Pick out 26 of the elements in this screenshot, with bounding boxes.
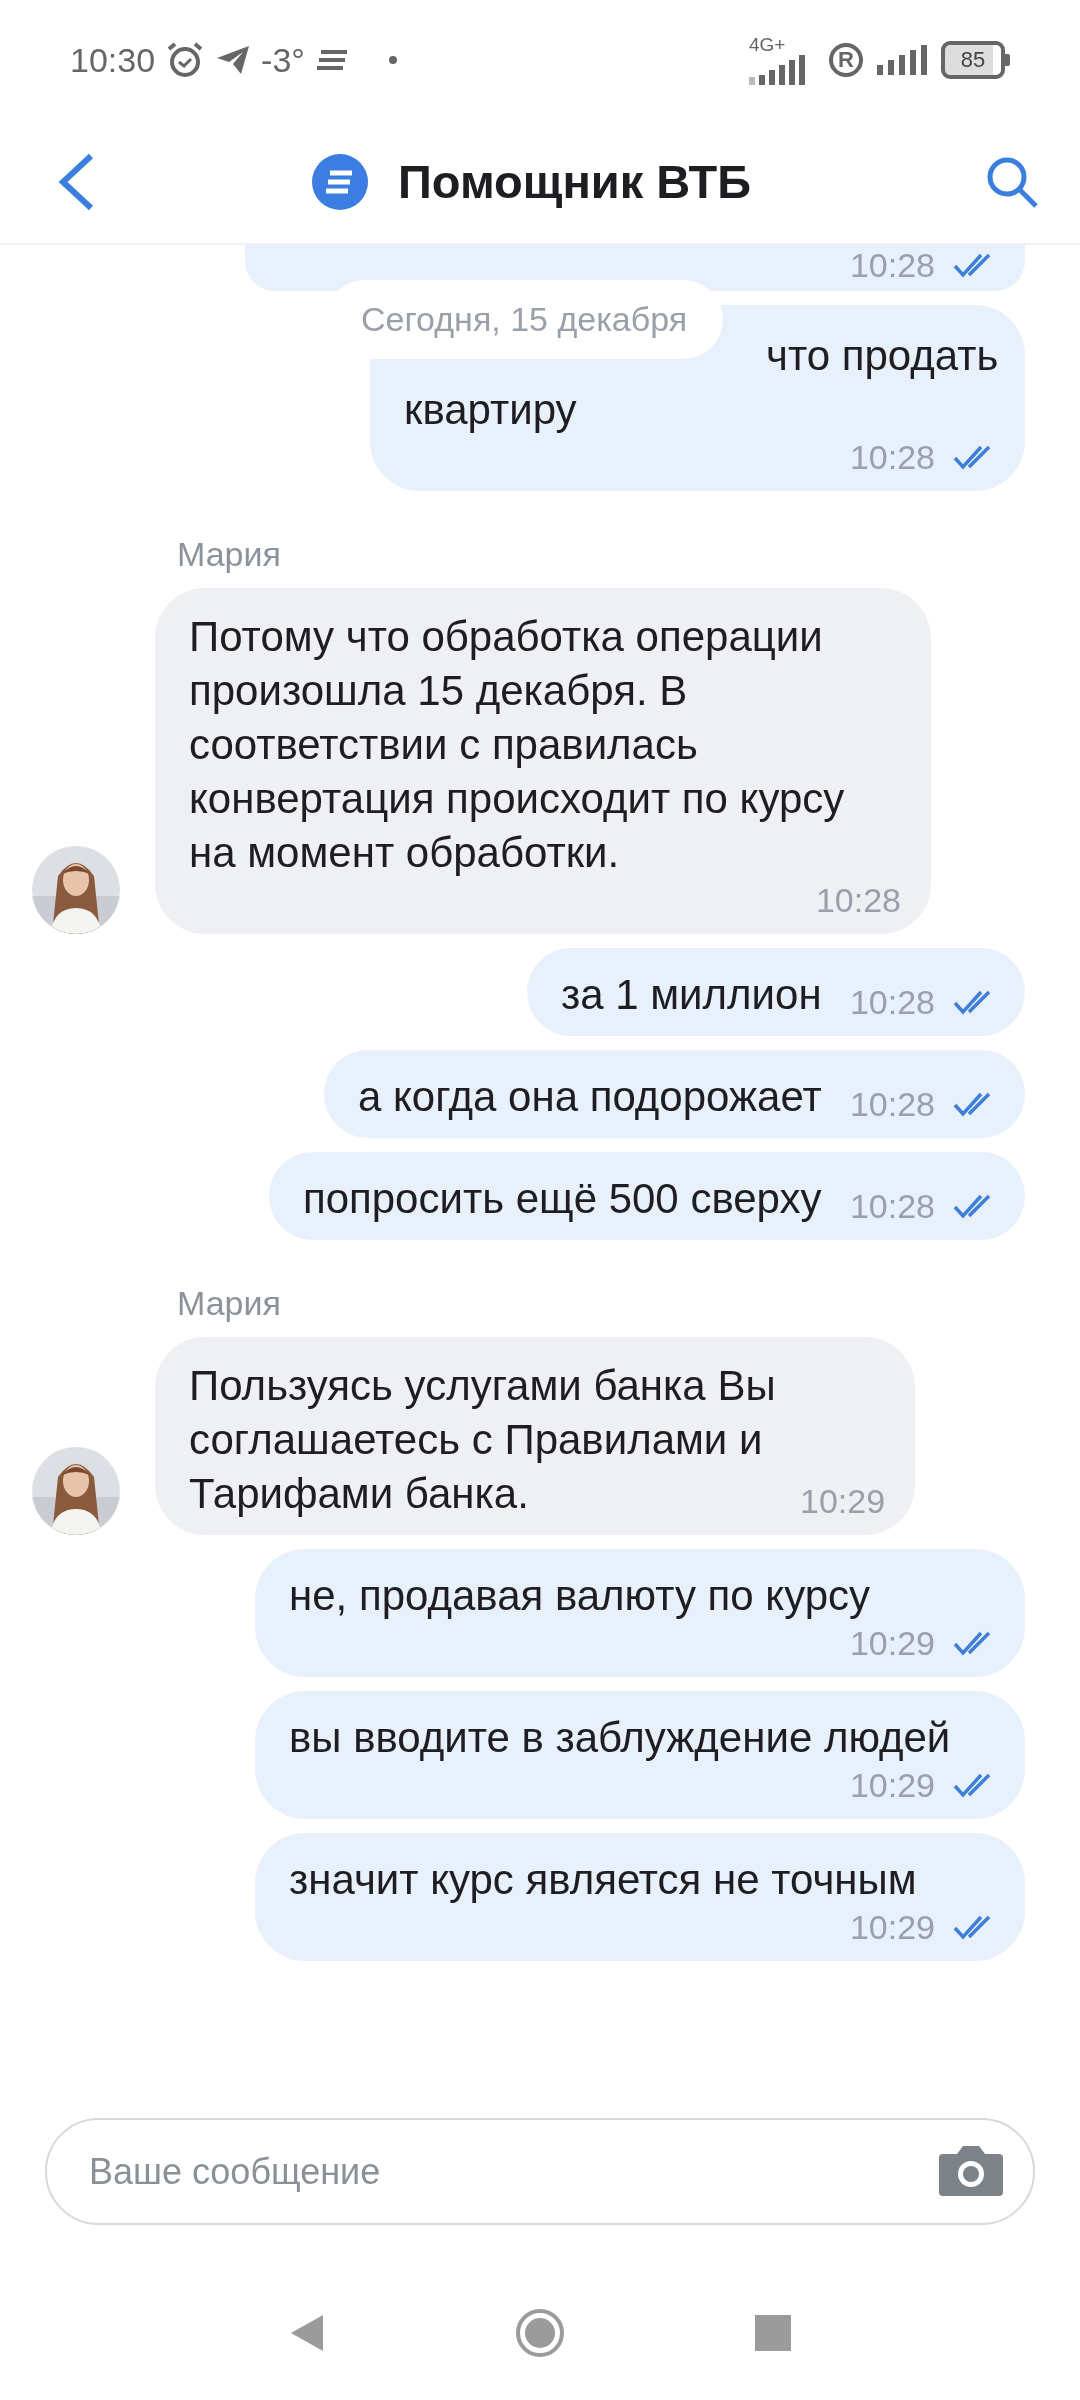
message-time: 10:28	[849, 982, 935, 1022]
message-text: не, продавая валюту по курсу	[289, 1571, 872, 1621]
sender-name: Мария	[177, 535, 282, 574]
temperature: -3°	[261, 40, 305, 80]
message-time: 10:28	[849, 1186, 935, 1226]
message-time: 10:29	[849, 1907, 935, 1947]
message-time: 10:29	[849, 1765, 935, 1805]
clock-time: 10:30	[70, 40, 156, 80]
sender-name: Мария	[177, 1284, 282, 1323]
message-field[interactable]: Ваше сообщение	[45, 2118, 1035, 2225]
message-time: 10:28	[849, 245, 935, 285]
message-text: значит курс является не точным	[289, 1855, 918, 1905]
message-text: Пользуясь услугами банка Вы соглашаетесь с Правилами и Тарифами банка.	[189, 1361, 777, 1519]
message-time: 10:28	[849, 437, 935, 477]
network-type: 4G+	[749, 35, 786, 55]
message-time: 10:29	[849, 1623, 935, 1663]
message-text: за 1 миллион	[560, 970, 823, 1020]
message-text: попросить ещё 500 сверху	[302, 1174, 823, 1224]
message-time: 10:29	[800, 1481, 886, 1521]
message-time: 10:28	[849, 1084, 935, 1124]
roaming-icon: R	[829, 43, 863, 77]
message-text: Потому что обработка операции произошла 15 декабря. В соответствии с правилась конвертация происходит по курсу на момент обработки.	[189, 612, 846, 878]
message-time: 10:28	[815, 880, 901, 920]
message-text: а когда она подорожает	[357, 1072, 823, 1122]
message-text: вы вводите в заблуждение людей	[289, 1713, 952, 1763]
chat-title: Помощник ВТБ	[398, 154, 751, 209]
